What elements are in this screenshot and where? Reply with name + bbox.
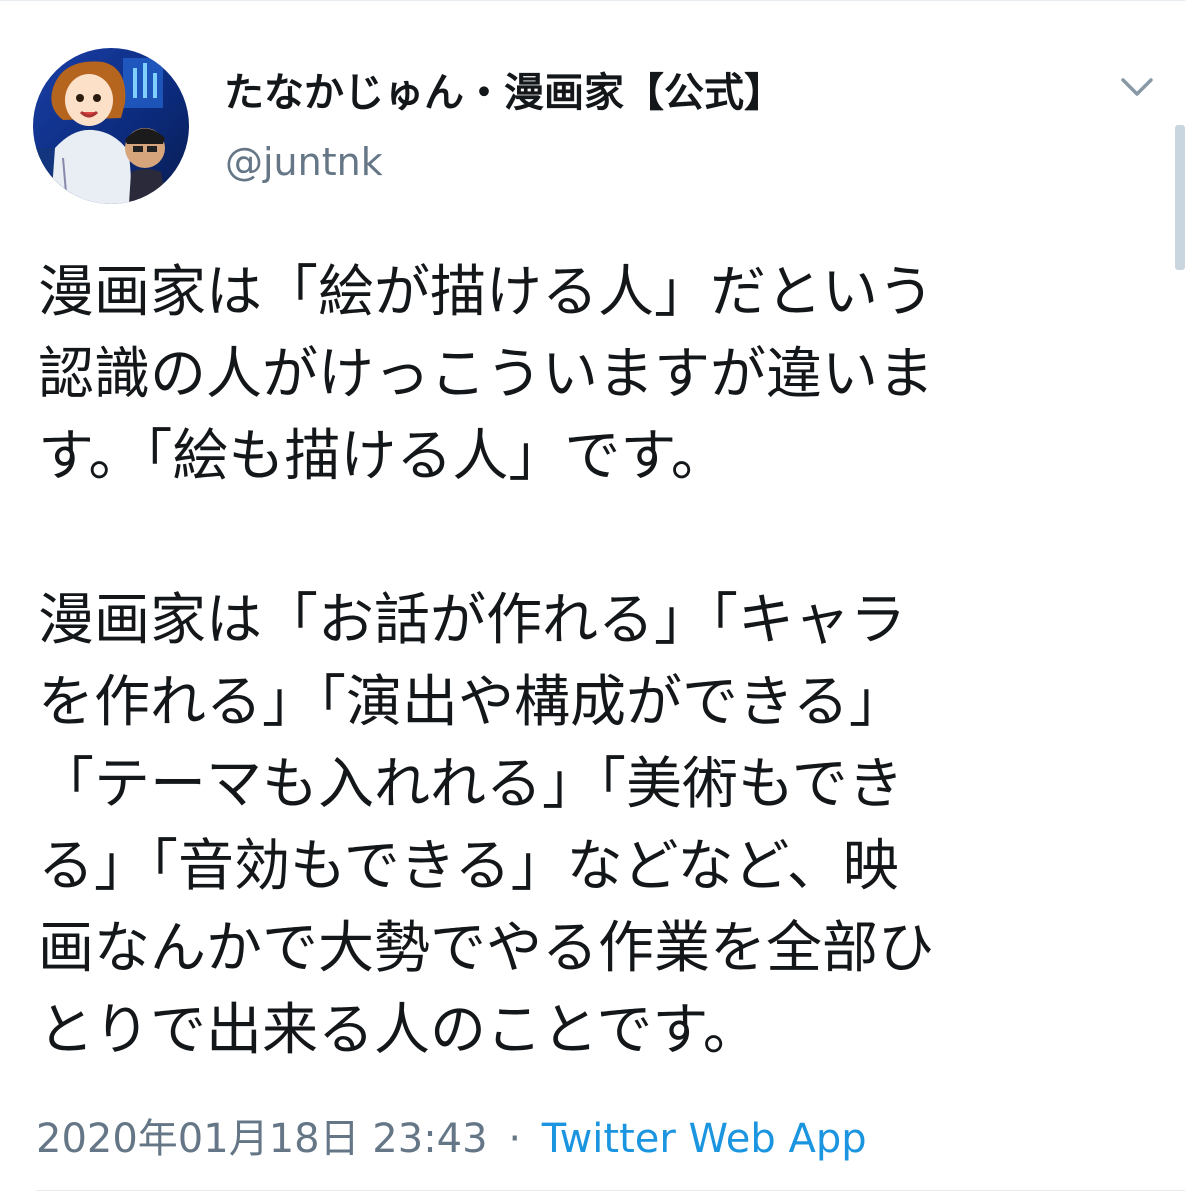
bottom-divider [36, 1190, 1185, 1191]
tweet-line: 認識の人がけっこういますが違いま [38, 342, 934, 407]
tweet-line: を作れる」「演出や構成ができる」 [38, 670, 905, 735]
source-link[interactable]: Twitter Web App [542, 1116, 867, 1162]
tweet-line: 漫画家は「絵が描ける人」だという [38, 260, 934, 325]
tweet-line: 漫画家は「お話が作れる」「キャラ [38, 588, 906, 653]
chevron-down-icon[interactable] [1117, 70, 1157, 102]
tweet-line: 「テーマも入れれる」「美術もでき [38, 752, 904, 817]
tweet-line: とりで出来る人のことです。 [38, 998, 759, 1063]
top-divider [0, 0, 1185, 8]
avatar[interactable] [33, 48, 189, 204]
tweet-text: 漫画家は「絵が描ける人」だという 認識の人がけっこういますが違いま す。「絵も描… [38, 252, 1153, 1072]
scrollbar[interactable] [1175, 125, 1185, 270]
user-handle[interactable]: @juntnk [225, 140, 383, 184]
timestamp[interactable]: 2020年01月18日 23:43 [36, 1116, 488, 1162]
tweet-line: 画なんかで大勢でやる作業を全部ひ [38, 916, 934, 981]
tweet-line: る」「音効もできる」などなど、映 [38, 834, 899, 899]
display-name[interactable]: たなかじゅん・漫画家【公式】 [224, 60, 784, 118]
tweet-card: たなかじゅん・漫画家【公式】 @juntnk 漫画家は「絵が描ける人」だという … [0, 0, 1185, 1200]
meta-separator: · [508, 1116, 522, 1162]
tweet-meta: 2020年01月18日 23:43 · Twitter Web App [36, 1106, 867, 1164]
profile-avatar-illustration [33, 48, 189, 204]
tweet-line: す。「絵も描ける人」です。 [38, 424, 727, 489]
